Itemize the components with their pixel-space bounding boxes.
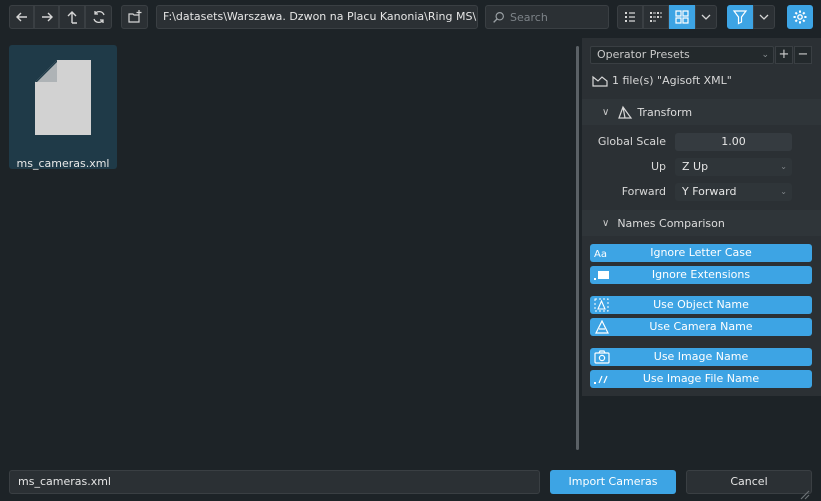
ignore-letter-case-toggle[interactable]: Aa Ignore Letter Case [590, 244, 812, 262]
use-image-name-label: Use Image Name [653, 350, 749, 363]
transform-section-header[interactable]: ∨ Transform [582, 99, 821, 125]
document-icon [35, 60, 91, 135]
object-icon [594, 296, 610, 314]
camera-data-icon [594, 318, 610, 336]
side-panel-spacer [582, 396, 821, 458]
settings-toggle-button[interactable] [787, 5, 813, 29]
columns-view-icon [650, 12, 662, 22]
global-scale-label: Global Scale [597, 135, 666, 148]
filter-options-dropdown[interactable] [753, 5, 775, 29]
use-image-file-name-label: Use Image File Name [642, 372, 760, 385]
search-icon [493, 11, 504, 23]
directory-path-field[interactable]: F:\datasets\Warszawa. Dzwon na Placu Kan… [156, 5, 478, 29]
transform-section-title: Transform [637, 105, 693, 119]
view-options-dropdown[interactable] [695, 5, 717, 29]
filename-input[interactable]: ms_cameras.xml [9, 470, 540, 494]
import-cameras-button[interactable]: Import Cameras [550, 470, 676, 494]
new-folder-icon [127, 10, 141, 23]
ignore-extensions-label: Ignore Extensions [651, 268, 751, 281]
refresh-icon [92, 10, 105, 24]
refresh-button[interactable] [85, 5, 112, 29]
arrow-up-icon [67, 11, 77, 24]
forward-axis-label: Forward [621, 185, 666, 198]
svg-text:Aa: Aa [594, 249, 607, 260]
ignore-extensions-toggle[interactable]: Ignore Extensions [590, 266, 812, 284]
filter-toggle-button[interactable] [727, 5, 753, 29]
file-browser: ms_cameras.xml [0, 38, 582, 458]
operator-presets-dropdown[interactable]: Operator Presets ⌄ [590, 46, 774, 64]
up-axis-label: Up [650, 160, 666, 173]
use-camera-name-toggle[interactable]: Use Camera Name [590, 318, 812, 336]
file-count-info: 1 file(s) "Agisoft XML" [592, 74, 732, 87]
remove-preset-button[interactable]: − [794, 46, 812, 64]
search-placeholder: Search [510, 10, 548, 24]
camera-file-icon [592, 75, 608, 87]
chevron-down-icon: ∨ [602, 217, 610, 229]
file-count-label: 1 file(s) "Agisoft XML" [612, 74, 732, 87]
use-image-file-name-toggle[interactable]: Use Image File Name [590, 370, 812, 388]
search-input[interactable]: Search [485, 5, 609, 29]
list-view-icon [625, 12, 635, 22]
chevron-down-icon [701, 14, 711, 20]
file-name-label: ms_cameras.xml [16, 157, 110, 170]
chevron-down-icon: ⌄ [761, 50, 769, 60]
file-item[interactable]: ms_cameras.xml [9, 45, 117, 170]
chevron-down-icon [759, 14, 769, 20]
thumbnails-view-button[interactable] [669, 5, 695, 29]
use-image-name-toggle[interactable]: Use Image Name [590, 348, 812, 366]
up-axis-value: Z Up [682, 160, 709, 173]
grid-view-icon [675, 10, 689, 24]
letter-case-icon: Aa [594, 244, 610, 262]
camera-icon [594, 348, 610, 366]
file-extension-icon [594, 266, 610, 284]
forward-axis-select[interactable]: Y Forward ⌄ [675, 183, 792, 201]
file-browser-scrollbar[interactable] [576, 46, 579, 450]
arrow-left-icon [15, 12, 27, 22]
forward-button[interactable] [34, 5, 59, 29]
forward-axis-value: Y Forward [682, 185, 737, 198]
use-object-name-toggle[interactable]: Use Object Name [590, 296, 812, 314]
back-button[interactable] [9, 5, 34, 29]
use-object-name-label: Use Object Name [653, 298, 749, 311]
gear-icon [793, 10, 807, 24]
use-camera-name-label: Use Camera Name [649, 320, 753, 333]
file-path-icon [594, 370, 610, 388]
vertical-list-view-button[interactable] [617, 5, 643, 29]
horizontal-list-view-button[interactable] [643, 5, 669, 29]
chevron-down-icon: ∨ [602, 106, 610, 118]
operator-presets-label: Operator Presets [597, 48, 690, 61]
new-folder-button[interactable] [121, 5, 148, 29]
transform-icon [618, 105, 633, 119]
ignore-letter-case-label: Ignore Letter Case [650, 246, 752, 259]
cancel-button[interactable]: Cancel [686, 470, 812, 494]
arrow-right-icon [41, 12, 53, 22]
up-axis-select[interactable]: Z Up ⌄ [675, 158, 792, 176]
chevron-down-icon: ⌄ [780, 187, 787, 196]
parent-directory-button[interactable] [59, 5, 85, 29]
filter-icon [732, 10, 748, 25]
resize-grip-icon[interactable] [798, 488, 810, 500]
global-scale-field[interactable]: 1.00 [675, 133, 792, 151]
names-comparison-section-title: Names Comparison [617, 216, 725, 230]
names-comparison-section-header[interactable]: ∨ Names Comparison [582, 210, 821, 236]
add-preset-button[interactable]: + [775, 46, 793, 64]
chevron-down-icon: ⌄ [780, 162, 787, 171]
operator-side-panel: Operator Presets ⌄ + − 1 file(s) "Agisof… [582, 38, 821, 396]
toolbar: F:\datasets\Warszawa. Dzwon na Placu Kan… [0, 0, 821, 36]
